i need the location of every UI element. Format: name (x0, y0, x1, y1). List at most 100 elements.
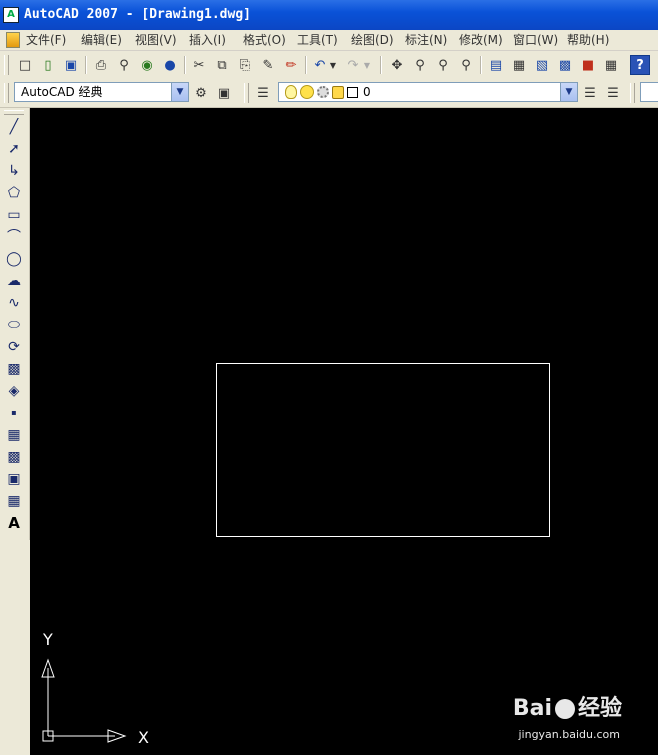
redo-icon[interactable]: ↷ (343, 55, 363, 75)
undo-dropdown-icon[interactable]: ▼ (328, 55, 338, 75)
copy-icon[interactable]: ⧉ (212, 55, 232, 75)
layer-on-icon[interactable] (285, 85, 297, 99)
workspace-settings-icon[interactable]: ⚙ (191, 83, 211, 103)
paste-icon[interactable]: ⎘ (235, 55, 255, 75)
drawing-canvas[interactable]: Y X Bai 经验 jingyan.baidu.com (30, 108, 658, 755)
ellipse-arc-icon[interactable]: ⟳ (4, 337, 24, 357)
zoom-previous-icon[interactable]: ⚲ (456, 55, 476, 75)
menu-view[interactable]: 视图(V) (135, 33, 177, 47)
chevron-down-icon[interactable]: ▼ (171, 83, 188, 101)
toolbar-grip[interactable] (630, 83, 635, 103)
line-icon[interactable]: ╱ (4, 117, 24, 137)
menu-bar: 文件(F) 编辑(E) 视图(V) 插入(I) 格式(O) 工具(T) 绘图(D… (0, 30, 658, 51)
hatch-icon[interactable]: ▦ (4, 425, 24, 445)
layer-status-icons: 0 (285, 84, 371, 100)
layer-color-icon (347, 86, 358, 98)
menu-modify[interactable]: 修改(M) (459, 33, 503, 47)
autocad-icon[interactable]: A (3, 7, 19, 23)
toolbar-grip[interactable] (4, 83, 9, 103)
properties-icon[interactable]: ▤ (486, 55, 506, 75)
arc-icon[interactable]: ⌒ (4, 227, 24, 247)
cut-icon[interactable]: ✂ (189, 55, 209, 75)
layer-value: 0 (363, 85, 371, 99)
help-icon[interactable]: ? (630, 55, 650, 75)
revision-cloud-icon[interactable]: ☁ (4, 271, 24, 291)
open-icon[interactable]: ▯ (38, 55, 58, 75)
menu-dimension[interactable]: 标注(N) (405, 33, 447, 47)
tool-palettes-icon[interactable]: ▧ (532, 55, 552, 75)
menu-insert[interactable]: 插入(I) (189, 33, 226, 47)
draw-toolbar: ╱ ➚ ↳ ⬠ ▭ ⌒ ◯ ☁ ∿ ⬭ ⟳ ▩ ◈ ▪ ▦ ▩ ▣ ▦ A (0, 108, 30, 540)
title-bar: A AutoCAD 2007 - [Drawing1.dwg] (0, 0, 658, 30)
make-block-icon[interactable]: ◈ (4, 381, 24, 401)
layer-previous-icon[interactable]: ☰ (603, 83, 623, 103)
window-title: AutoCAD 2007 - [Drawing1.dwg] (24, 7, 251, 22)
insert-block-icon[interactable]: ▩ (4, 359, 24, 379)
toolbar-grip[interactable] (4, 110, 24, 115)
ellipse-icon[interactable]: ⬭ (4, 315, 24, 335)
design-center-icon[interactable]: ▦ (509, 55, 529, 75)
menu-tools[interactable]: 工具(T) (297, 33, 338, 47)
construction-line-icon[interactable]: ➚ (4, 139, 24, 159)
ucs-y-label: Y (42, 630, 53, 649)
table-icon[interactable]: ▦ (4, 491, 24, 511)
zoom-window-icon[interactable]: ⚲ (433, 55, 453, 75)
paw-icon (554, 699, 575, 719)
spline-icon[interactable]: ∿ (4, 293, 24, 313)
rectangle-icon[interactable]: ▭ (4, 205, 24, 225)
polygon-icon[interactable]: ⬠ (4, 183, 24, 203)
block-editor-icon[interactable]: ✏ (281, 55, 301, 75)
plot-icon[interactable]: ⎙ (91, 55, 111, 75)
toolbar-separator (305, 56, 307, 74)
layer-unlock-icon[interactable] (332, 85, 344, 99)
undo-icon[interactable]: ↶ (310, 55, 330, 75)
3d-dwf-icon[interactable]: ● (160, 55, 180, 75)
save-icon[interactable]: ▣ (61, 55, 81, 75)
workspace-layer-toolbar: AutoCAD 经典 ▼ ⚙ ▣ ☰ 0 ▼ ☰ ☰ (0, 79, 658, 108)
menu-edit[interactable]: 编辑(E) (81, 33, 122, 47)
toolbar-separator (380, 56, 382, 74)
layer-select[interactable]: 0 ▼ (278, 82, 578, 102)
toolbar-separator (480, 56, 482, 74)
menu-format[interactable]: 格式(O) (243, 33, 286, 47)
pan-icon[interactable]: ✥ (387, 55, 407, 75)
make-object-layer-current-icon[interactable]: ☰ (580, 83, 600, 103)
drawn-rectangle[interactable] (216, 363, 550, 537)
sheet-set-icon[interactable]: ▩ (555, 55, 575, 75)
multiline-text-icon[interactable]: A (4, 513, 24, 533)
color-control-select[interactable] (640, 82, 658, 102)
menu-help[interactable]: 帮助(H) (567, 33, 609, 47)
zoom-realtime-icon[interactable]: ⚲ (410, 55, 430, 75)
match-properties-icon[interactable]: ✎ (258, 55, 278, 75)
chevron-down-icon[interactable]: ▼ (560, 83, 577, 101)
menu-file[interactable]: 文件(F) (26, 33, 66, 47)
layer-thaw-icon[interactable] (300, 85, 314, 99)
toolbar-separator (184, 56, 186, 74)
layer-properties-manager-icon[interactable]: ☰ (253, 83, 273, 103)
calculator-icon[interactable]: ▦ (601, 55, 621, 75)
toolbar-grip[interactable] (4, 55, 9, 75)
watermark-brand: Bai (512, 696, 552, 721)
layer-viewport-thaw-icon[interactable] (317, 86, 329, 98)
region-icon[interactable]: ▣ (4, 469, 24, 489)
new-icon[interactable]: □ (15, 55, 35, 75)
circle-icon[interactable]: ◯ (4, 249, 24, 269)
toolbar-grip[interactable] (244, 83, 249, 103)
save-workspace-icon[interactable]: ▣ (214, 83, 234, 103)
publish-icon[interactable]: ◉ (137, 55, 157, 75)
workspace-value: AutoCAD 经典 (21, 85, 103, 99)
standard-toolbar: □ ▯ ▣ ⎙ ⚲ ◉ ● ✂ ⧉ ⎘ ✎ ✏ ↶ ▼ ↷ ▼ ✥ ⚲ ⚲ ⚲ … (0, 51, 658, 80)
markup-icon[interactable]: ■ (578, 55, 598, 75)
document-icon[interactable] (6, 32, 20, 48)
menu-window[interactable]: 窗口(W) (513, 33, 558, 47)
watermark-url: jingyan.baidu.com (518, 728, 620, 741)
watermark-brand-suffix: 经验 (577, 696, 622, 721)
gradient-icon[interactable]: ▩ (4, 447, 24, 467)
watermark: Bai 经验 (513, 697, 622, 721)
polyline-icon[interactable]: ↳ (4, 161, 24, 181)
plot-preview-icon[interactable]: ⚲ (114, 55, 134, 75)
redo-dropdown-icon[interactable]: ▼ (362, 55, 372, 75)
point-icon[interactable]: ▪ (4, 403, 24, 423)
menu-draw[interactable]: 绘图(D) (351, 33, 394, 47)
workspace-select[interactable]: AutoCAD 经典 ▼ (14, 82, 189, 102)
